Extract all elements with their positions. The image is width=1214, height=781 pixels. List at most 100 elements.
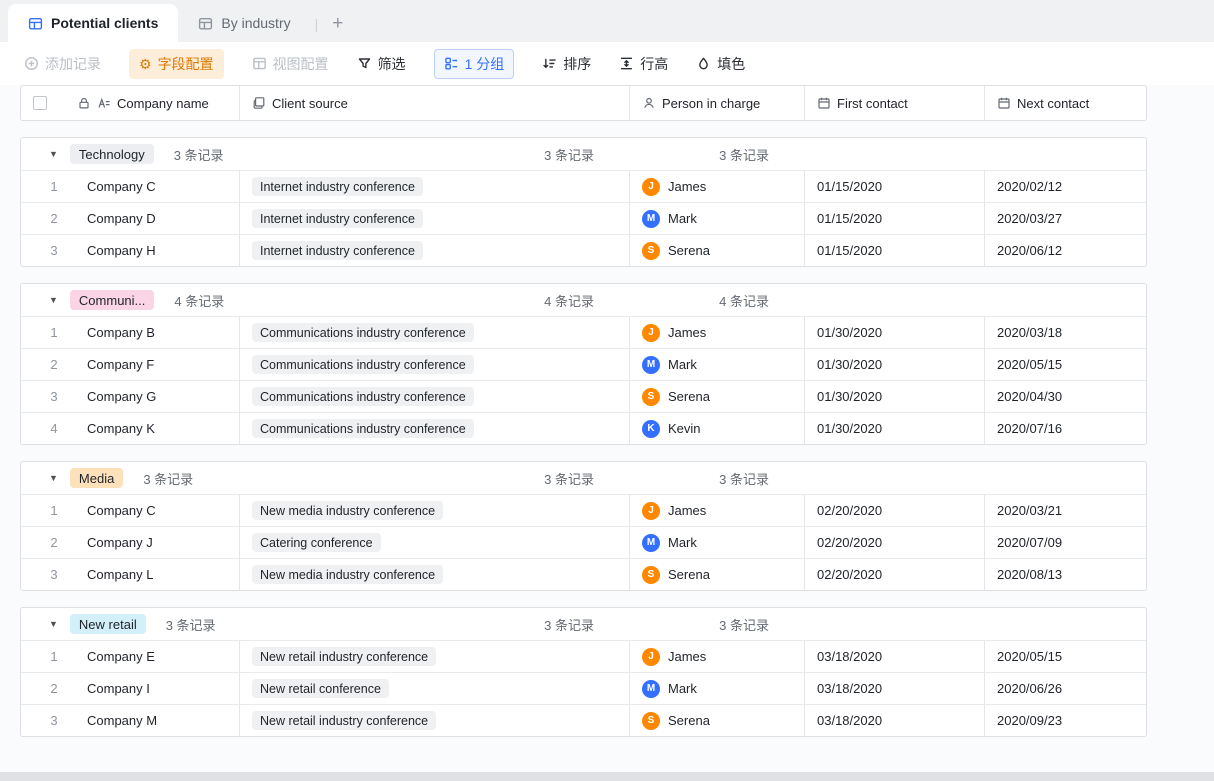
client-source-cell[interactable]: New retail industry conference xyxy=(240,705,630,736)
row-number[interactable]: 3 xyxy=(21,389,87,404)
person-cell[interactable]: K Kevin xyxy=(630,413,805,444)
table-row[interactable]: 1 Company C New media industry conferenc… xyxy=(21,494,1146,526)
group-aggregate-person[interactable]: 4 条记录 xyxy=(630,284,805,316)
first-contact-cell[interactable]: 03/18/2020 xyxy=(805,705,985,736)
row-number[interactable]: 3 xyxy=(21,243,87,258)
first-contact-cell[interactable]: 01/15/2020 xyxy=(805,235,985,266)
table-row[interactable]: 1 Company C Internet industry conference… xyxy=(21,170,1146,202)
row-number[interactable]: 2 xyxy=(21,357,87,372)
row-number[interactable]: 3 xyxy=(21,567,87,582)
person-cell[interactable]: M Mark xyxy=(630,349,805,380)
fill-color-button[interactable]: 填色 xyxy=(696,54,745,74)
table-row[interactable]: 1 Company E New retail industry conferen… xyxy=(21,640,1146,672)
group-header-row[interactable]: ▼ Technology 3 条记录 3 条记录 3 条记录 xyxy=(21,138,1146,170)
group-header-row[interactable]: ▼ New retail 3 条记录 3 条记录 3 条记录 xyxy=(21,608,1146,640)
row-number[interactable]: 2 xyxy=(21,535,87,550)
next-contact-cell[interactable]: 2020/09/23 xyxy=(985,705,1146,736)
person-cell[interactable]: S Serena xyxy=(630,381,805,412)
view-config-button[interactable]: 视图配置 xyxy=(252,54,329,74)
person-cell[interactable]: S Serena xyxy=(630,705,805,736)
first-contact-cell[interactable]: 01/30/2020 xyxy=(805,413,985,444)
table-row[interactable]: 2 Company J Catering conference M Mark 0… xyxy=(21,526,1146,558)
person-cell[interactable]: S Serena xyxy=(630,235,805,266)
table-row[interactable]: 3 Company L New media industry conferenc… xyxy=(21,558,1146,590)
next-contact-cell[interactable]: 2020/08/13 xyxy=(985,559,1146,590)
row-number[interactable]: 2 xyxy=(21,211,87,226)
table-row[interactable]: 3 Company H Internet industry conference… xyxy=(21,234,1146,266)
company-cell[interactable]: 2 Company F xyxy=(21,349,240,380)
person-cell[interactable]: J James xyxy=(630,495,805,526)
group-aggregate-first-contact[interactable] xyxy=(805,462,985,494)
horizontal-scrollbar[interactable] xyxy=(0,772,1214,781)
table-row[interactable]: 2 Company D Internet industry conference… xyxy=(21,202,1146,234)
column-header-next-contact[interactable]: Next contact xyxy=(985,86,1146,120)
person-cell[interactable]: J James xyxy=(630,317,805,348)
company-cell[interactable]: 2 Company D xyxy=(21,203,240,234)
company-cell[interactable]: 1 Company B xyxy=(21,317,240,348)
person-cell[interactable]: J James xyxy=(630,171,805,202)
company-cell[interactable]: 3 Company H xyxy=(21,235,240,266)
table-row[interactable]: 3 Company G Communications industry conf… xyxy=(21,380,1146,412)
field-config-button[interactable]: ⚙ 字段配置 xyxy=(129,48,224,79)
next-contact-cell[interactable]: 2020/03/18 xyxy=(985,317,1146,348)
group-aggregate-person[interactable]: 3 条记录 xyxy=(630,138,805,170)
column-header-first-contact[interactable]: First contact xyxy=(805,86,985,120)
add-record-button[interactable]: 添加记录 xyxy=(24,54,101,74)
group-button[interactable]: 1 分组 xyxy=(433,48,515,79)
group-aggregate-client-source[interactable]: 3 条记录 xyxy=(240,608,630,640)
person-cell[interactable]: M Mark xyxy=(630,673,805,704)
next-contact-cell[interactable]: 2020/07/16 xyxy=(985,413,1146,444)
group-header-row[interactable]: ▼ Communi... 4 条记录 4 条记录 4 条记录 xyxy=(21,284,1146,316)
client-source-cell[interactable]: Internet industry conference xyxy=(240,235,630,266)
first-contact-cell[interactable]: 01/30/2020 xyxy=(805,381,985,412)
client-source-cell[interactable]: New retail conference xyxy=(240,673,630,704)
group-aggregate-next-contact[interactable] xyxy=(985,284,1146,316)
company-cell[interactable]: 3 Company G xyxy=(21,381,240,412)
column-header-company-name[interactable]: Company name xyxy=(21,86,240,120)
first-contact-cell[interactable]: 01/30/2020 xyxy=(805,317,985,348)
first-contact-cell[interactable]: 03/18/2020 xyxy=(805,673,985,704)
group-aggregate-next-contact[interactable] xyxy=(985,608,1146,640)
row-number[interactable]: 1 xyxy=(21,325,87,340)
row-number[interactable]: 4 xyxy=(21,421,87,436)
table-row[interactable]: 2 Company F Communications industry conf… xyxy=(21,348,1146,380)
client-source-cell[interactable]: Catering conference xyxy=(240,527,630,558)
row-height-button[interactable]: 行高 xyxy=(619,54,668,74)
table-row[interactable]: 2 Company I New retail conference M Mark… xyxy=(21,672,1146,704)
group-aggregate-client-source[interactable]: 3 条记录 xyxy=(240,462,630,494)
select-all-checkbox[interactable] xyxy=(33,96,47,110)
first-contact-cell[interactable]: 02/20/2020 xyxy=(805,495,985,526)
table-row[interactable]: 4 Company K Communications industry conf… xyxy=(21,412,1146,444)
next-contact-cell[interactable]: 2020/06/12 xyxy=(985,235,1146,266)
tab-potential-clients[interactable]: Potential clients xyxy=(8,4,179,42)
first-contact-cell[interactable]: 02/20/2020 xyxy=(805,559,985,590)
person-cell[interactable]: M Mark xyxy=(630,527,805,558)
client-source-cell[interactable]: Internet industry conference xyxy=(240,203,630,234)
group-aggregate-first-contact[interactable] xyxy=(805,284,985,316)
first-contact-cell[interactable]: 01/15/2020 xyxy=(805,171,985,202)
first-contact-cell[interactable]: 01/30/2020 xyxy=(805,349,985,380)
next-contact-cell[interactable]: 2020/03/27 xyxy=(985,203,1146,234)
client-source-cell[interactable]: New retail industry conference xyxy=(240,641,630,672)
first-contact-cell[interactable]: 03/18/2020 xyxy=(805,641,985,672)
filter-button[interactable]: 筛选 xyxy=(357,54,406,74)
next-contact-cell[interactable]: 2020/02/12 xyxy=(985,171,1146,202)
group-aggregate-client-source[interactable]: 3 条记录 xyxy=(240,138,630,170)
first-contact-cell[interactable]: 02/20/2020 xyxy=(805,527,985,558)
collapse-caret-icon[interactable]: ▼ xyxy=(49,473,58,483)
company-cell[interactable]: 3 Company M xyxy=(21,705,240,736)
group-header-row[interactable]: ▼ Media 3 条记录 3 条记录 3 条记录 xyxy=(21,462,1146,494)
next-contact-cell[interactable]: 2020/06/26 xyxy=(985,673,1146,704)
group-aggregate-client-source[interactable]: 4 条记录 xyxy=(240,284,630,316)
company-cell[interactable]: 4 Company K xyxy=(21,413,240,444)
row-number[interactable]: 1 xyxy=(21,503,87,518)
group-aggregate-person[interactable]: 3 条记录 xyxy=(630,462,805,494)
client-source-cell[interactable]: Communications industry conference xyxy=(240,381,630,412)
next-contact-cell[interactable]: 2020/03/21 xyxy=(985,495,1146,526)
group-aggregate-first-contact[interactable] xyxy=(805,138,985,170)
client-source-cell[interactable]: New media industry conference xyxy=(240,495,630,526)
table-row[interactable]: 3 Company M New retail industry conferen… xyxy=(21,704,1146,736)
client-source-cell[interactable]: Communications industry conference xyxy=(240,349,630,380)
table-row[interactable]: 1 Company B Communications industry conf… xyxy=(21,316,1146,348)
client-source-cell[interactable]: New media industry conference xyxy=(240,559,630,590)
